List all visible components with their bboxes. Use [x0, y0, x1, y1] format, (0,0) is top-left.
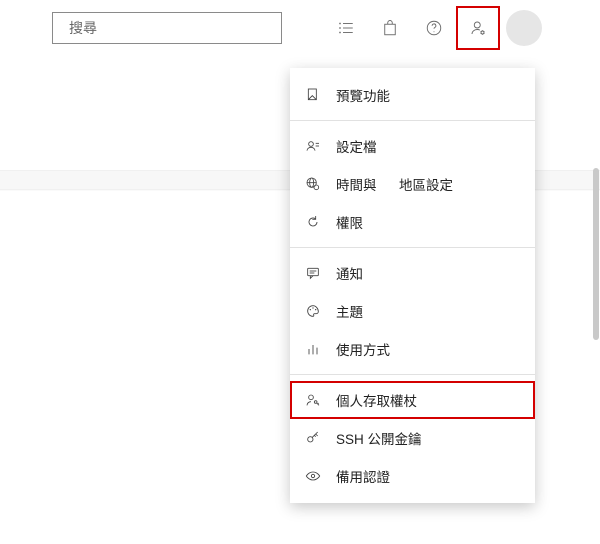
user-settings-menu: 預覽功能 設定檔 時間與 地區設定 權限 通知 主題: [290, 68, 535, 503]
menu-divider: [290, 374, 535, 375]
menu-item-pat[interactable]: 個人存取權杖: [290, 381, 535, 419]
menu-item-label: 個人存取權杖: [336, 390, 417, 410]
chat-icon: [304, 264, 322, 282]
menu-item-notifications[interactable]: 通知: [290, 254, 535, 292]
menu-item-label: 備用認證: [336, 466, 390, 486]
avatar[interactable]: [506, 10, 542, 46]
help-icon: [425, 19, 443, 37]
menu-item-label: 主題: [336, 301, 363, 321]
menu-item-label: 權限: [336, 212, 363, 232]
palette-icon: [304, 302, 322, 320]
menu-item-label: 通知: [336, 263, 363, 283]
menu-item-time-region[interactable]: 時間與 地區設定: [290, 165, 535, 203]
person-key-icon: [304, 391, 322, 409]
refresh-icon: [304, 213, 322, 231]
menu-divider: [290, 247, 535, 248]
menu-divider: [290, 120, 535, 121]
list-icon-btn[interactable]: [326, 8, 366, 48]
menu-item-preview[interactable]: 預覽功能: [290, 76, 535, 114]
search-box[interactable]: [52, 12, 282, 44]
eye-icon: [304, 467, 322, 485]
user-settings-icon-btn[interactable]: [458, 8, 498, 48]
help-icon-btn[interactable]: [414, 8, 454, 48]
preview-icon: [304, 86, 322, 104]
menu-item-label: 使用方式: [336, 339, 390, 359]
menu-item-alt-creds[interactable]: 備用認證: [290, 457, 535, 495]
menu-item-ssh[interactable]: SSH 公開金鑰: [290, 419, 535, 457]
bag-icon: [381, 19, 399, 37]
topbar: [0, 0, 600, 56]
menu-item-label: 預覽功能: [336, 85, 390, 105]
globe-icon: [304, 175, 322, 193]
scrollbar[interactable]: [593, 168, 599, 340]
menu-item-label: 時間與 地區設定: [336, 174, 453, 194]
menu-item-theme[interactable]: 主題: [290, 292, 535, 330]
profile-icon: [304, 137, 322, 155]
menu-item-profile[interactable]: 設定檔: [290, 127, 535, 165]
menu-item-label: 設定檔: [336, 136, 377, 156]
bar-chart-icon: [304, 340, 322, 358]
menu-item-permissions[interactable]: 權限: [290, 203, 535, 241]
list-icon: [337, 19, 355, 37]
user-gear-icon: [469, 19, 487, 37]
key-icon: [304, 429, 322, 447]
top-icons: [326, 8, 542, 48]
marketplace-icon-btn[interactable]: [370, 8, 410, 48]
search-input[interactable]: [69, 20, 273, 36]
menu-item-label: SSH 公開金鑰: [336, 428, 422, 448]
menu-item-usage[interactable]: 使用方式: [290, 330, 535, 368]
